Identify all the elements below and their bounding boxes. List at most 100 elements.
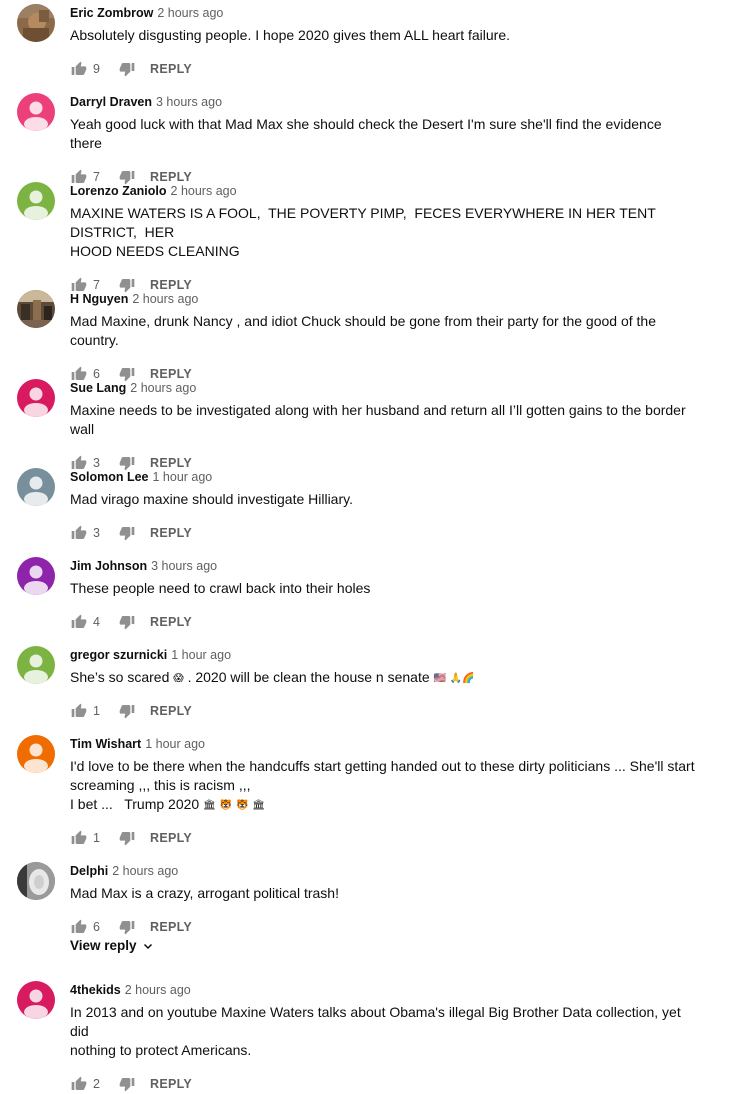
author-name[interactable]: H Nguyen [70, 292, 128, 306]
like-count: 1 [93, 704, 100, 718]
reply-button[interactable]: REPLY [150, 615, 192, 629]
thumbs-down-icon [119, 832, 135, 846]
comment-text: She’s so scared 😱 . 2020 will be clean t… [70, 668, 696, 687]
comment-actions: 2 REPLY [70, 1074, 696, 1094]
author-name[interactable]: Jim Johnson [70, 559, 147, 573]
reply-button[interactable]: REPLY [150, 920, 192, 934]
chevron-down-icon [143, 943, 152, 949]
thumbs-up-icon [71, 61, 87, 75]
comment-actions: 3 REPLY [70, 523, 696, 543]
comment-time[interactable]: 2 hours ago [125, 983, 191, 997]
avatar[interactable] [17, 862, 55, 900]
comment-actions: 6 REPLY [70, 917, 696, 937]
reply-button[interactable]: REPLY [150, 456, 192, 470]
avatar[interactable] [17, 646, 55, 684]
comment-text: In 2013 and on youtube Maxine Waters tal… [70, 1004, 681, 1058]
like-count: 9 [93, 62, 100, 76]
classical-building-emoji: 🏛 [203, 800, 216, 811]
like-button[interactable] [70, 1075, 88, 1093]
comment-text: Maxine needs to be investigated along wi… [70, 402, 690, 437]
comment-text: I'd love to be there when the handcuffs … [70, 757, 696, 814]
comment-text-part: . 2020 will be clean the house n senate [183, 669, 434, 685]
like-button[interactable] [70, 829, 88, 847]
reply-button[interactable]: REPLY [150, 831, 192, 845]
comment-time[interactable]: 3 hours ago [156, 95, 222, 109]
comment-text: These people need to crawl back into the… [70, 580, 371, 596]
thumbs-up-icon [71, 919, 87, 933]
dislike-button[interactable] [118, 702, 136, 720]
like-button[interactable] [70, 702, 88, 720]
avatar[interactable] [17, 379, 55, 417]
us-flag-emoji: 🇺🇸 [433, 673, 446, 684]
avatar[interactable] [17, 735, 55, 773]
reply-button[interactable]: REPLY [150, 1077, 192, 1091]
dislike-button[interactable] [118, 60, 136, 78]
like-button[interactable] [70, 918, 88, 936]
author-name[interactable]: 4thekids [70, 983, 121, 997]
comment-time[interactable]: 2 hours ago [112, 864, 178, 878]
comment-time[interactable]: 2 hours ago [157, 6, 223, 20]
reply-button[interactable]: REPLY [150, 367, 192, 381]
author-name[interactable]: Lorenzo Zaniolo [70, 184, 167, 198]
comment-time[interactable]: 1 hour ago [171, 648, 231, 662]
comment-text-part: She’s so scared [70, 669, 170, 685]
comment-actions: 1 REPLY [70, 828, 696, 848]
avatar[interactable] [17, 182, 55, 220]
comment-text: Mad Maxine, drunk Nancy , and idiot Chuc… [70, 313, 660, 348]
author-name[interactable]: Delphi [70, 864, 108, 878]
like-count: 3 [93, 526, 100, 540]
avatar[interactable] [17, 290, 55, 328]
view-reply-label: View reply [70, 938, 137, 953]
avatar[interactable] [17, 468, 55, 506]
like-count: 1 [93, 831, 100, 845]
like-count: 7 [93, 278, 100, 292]
avatar[interactable] [17, 981, 55, 1019]
avatar[interactable] [17, 4, 55, 42]
thumbs-down-icon [119, 705, 135, 719]
reply-button[interactable]: REPLY [150, 704, 192, 718]
like-count: 6 [93, 920, 100, 934]
like-button[interactable] [70, 613, 88, 631]
like-count: 7 [93, 170, 100, 184]
author-name[interactable]: Darryl Draven [70, 95, 152, 109]
reply-button[interactable]: REPLY [150, 170, 192, 184]
dislike-button[interactable] [118, 918, 136, 936]
avatar[interactable] [17, 557, 55, 595]
thumbs-down-icon [119, 1078, 135, 1092]
author-name[interactable]: Eric Zombrow [70, 6, 153, 20]
reply-button[interactable]: REPLY [150, 526, 192, 540]
comment-time[interactable]: 1 hour ago [152, 470, 212, 484]
reply-button[interactable]: REPLY [150, 278, 192, 292]
comment-actions: 1 REPLY [70, 701, 696, 721]
thumbs-up-icon [71, 614, 87, 628]
view-reply-button[interactable]: View reply [70, 938, 154, 953]
avatar[interactable] [17, 93, 55, 131]
comment-text: Absolutely disgusting people. I hope 202… [70, 27, 510, 43]
thumbs-up-icon [71, 1076, 87, 1090]
like-count: 6 [93, 367, 100, 381]
reply-button[interactable]: REPLY [150, 62, 192, 76]
like-count: 2 [93, 1077, 100, 1091]
comment-time[interactable]: 3 hours ago [151, 559, 217, 573]
author-name[interactable]: Sue Lang [70, 381, 126, 395]
comment-text-part: I'd love to be there when the handcuffs … [70, 758, 695, 812]
author-name[interactable]: gregor szurnicki [70, 648, 167, 662]
tiger-face-emoji: 🐯 [236, 800, 249, 811]
like-button[interactable] [70, 524, 88, 542]
author-name[interactable]: Solomon Lee [70, 470, 148, 484]
thumbs-up-icon [71, 830, 87, 844]
dislike-button[interactable] [118, 1075, 136, 1093]
thumbs-down-icon [119, 63, 135, 77]
comment-time[interactable]: 2 hours ago [132, 292, 198, 306]
like-button[interactable] [70, 60, 88, 78]
comment-time[interactable]: 1 hour ago [145, 737, 205, 751]
comment-actions: 9 REPLY [70, 59, 696, 79]
author-name[interactable]: Tim Wishart [70, 737, 141, 751]
praying-hands-emoji: 🙏 [449, 673, 463, 684]
dislike-button[interactable] [118, 613, 136, 631]
comment-time[interactable]: 2 hours ago [130, 381, 196, 395]
dislike-button[interactable] [118, 829, 136, 847]
comment-time[interactable]: 2 hours ago [171, 184, 237, 198]
scared-emoji: 😱 [173, 673, 184, 684]
dislike-button[interactable] [118, 524, 136, 542]
